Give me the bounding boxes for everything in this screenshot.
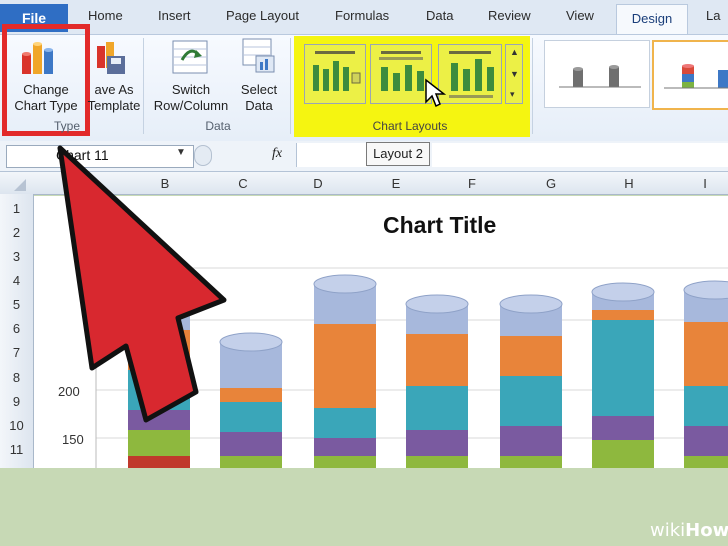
watermark-wiki: wiki	[650, 520, 686, 541]
wikihow-watermark: wikiHow	[650, 520, 728, 541]
red-arrow-icon	[57, 145, 227, 423]
red-arrow-annotation	[57, 145, 227, 423]
watermark-how: How	[685, 520, 728, 541]
bottom-background	[0, 468, 728, 546]
